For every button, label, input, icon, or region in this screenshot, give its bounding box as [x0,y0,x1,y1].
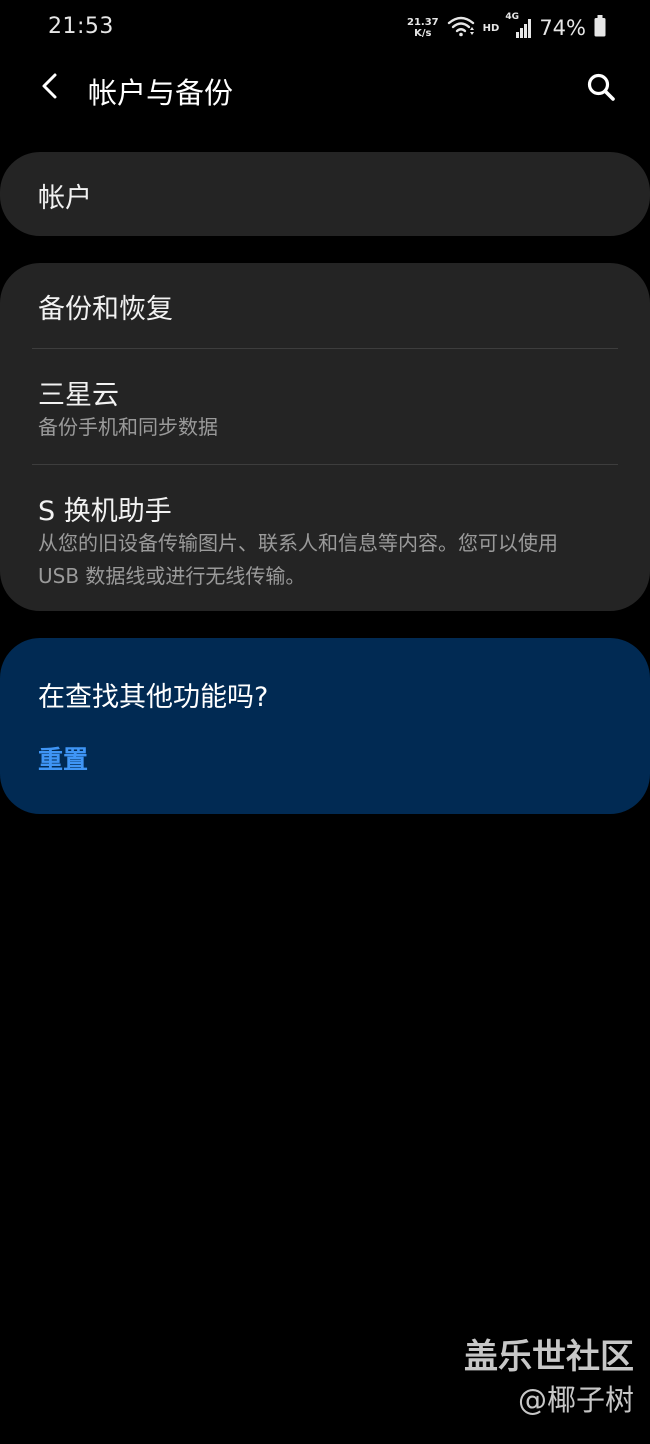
list-item-subtitle: 备份手机和同步数据 [38,415,218,439]
battery-percent: 74% [539,16,586,40]
search-button[interactable] [580,68,622,110]
network-speed-unit: K/s [414,28,432,39]
signal-icon: 4G [505,12,532,40]
watermark: 盖乐世社区 @椰子树 [464,1336,634,1420]
status-time: 21:53 [48,14,114,39]
page-title: 帐户与备份 [88,76,234,110]
list-item-samsung-cloud[interactable]: 三星云 备份手机和同步数据 [0,349,650,464]
promo-title: 在查找其他功能吗? [38,682,269,713]
hd-label: HD [482,22,500,34]
list-item-title: S 换机助手 [38,496,172,527]
wifi-icon [447,15,475,41]
list-item-smart-switch[interactable]: S 换机助手 从您的旧设备传输图片、联系人和信息等内容。您可以使用 USB 数据… [0,465,650,611]
list-item-title: 备份和恢复 [38,294,173,325]
app-header: 帐户与备份 [0,56,650,126]
accounts-card[interactable]: 帐户 [0,152,650,236]
watermark-brand: 盖乐世社区 [464,1337,634,1377]
network-speed-value: 21.37 [407,17,439,28]
reset-link[interactable]: 重置 [38,740,88,776]
accounts-item-title: 帐户 [38,183,92,214]
watermark-user: @椰子树 [517,1383,634,1417]
back-button[interactable] [30,68,70,108]
battery-icon [594,15,606,41]
list-item-title: 三星云 [38,380,119,411]
network-speed: 21.37 K/s [407,17,439,39]
back-arrow-icon [39,71,61,105]
list-item-backup-restore[interactable]: 备份和恢复 [0,263,650,349]
search-icon [586,72,616,106]
list-item-subtitle: 从您的旧设备传输图片、联系人和信息等内容。您可以使用 USB 数据线或进行无线传… [38,531,558,588]
backup-card: 备份和恢复 三星云 备份手机和同步数据 S 换机助手 从您的旧设备传输图片、联系… [0,263,650,611]
looking-for-more-card: 在查找其他功能吗? 重置 [0,638,650,814]
status-bar: 21:53 21.37 K/s HD 4G 74% [0,0,650,56]
status-icons: 21.37 K/s HD 4G 74% [407,12,606,44]
